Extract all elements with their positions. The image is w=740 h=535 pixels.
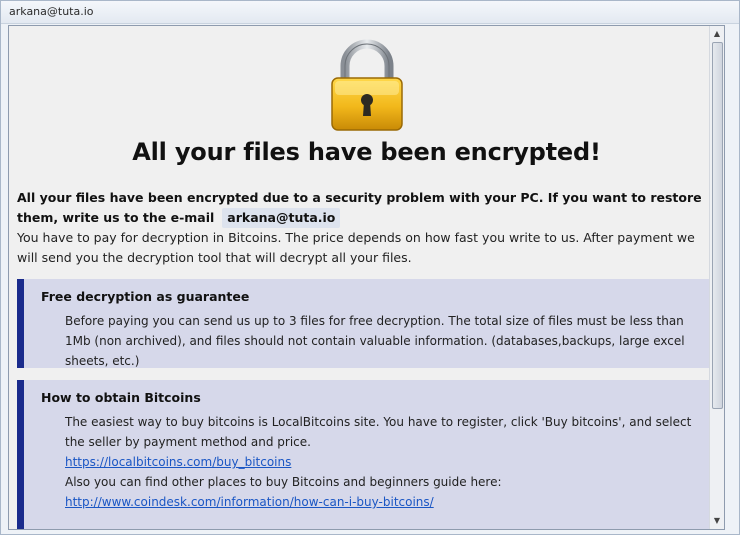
intro-bold-text: All your files have been encrypted due t… (17, 190, 702, 225)
content-viewport: All your files have been encrypted! All … (8, 25, 725, 530)
intro-paragraph: You have to pay for decryption in Bitcoi… (17, 230, 695, 265)
coindesk-link[interactable]: http://www.coindesk.com/information/how-… (65, 495, 434, 509)
scroll-thumb[interactable] (712, 42, 723, 409)
section-text: The easiest way to buy bitcoins is Local… (65, 415, 692, 449)
bitcoin-section: How to obtain Bitcoins The easiest way t… (17, 380, 718, 529)
guarantee-section: Free decryption as guarantee Before payi… (17, 279, 718, 368)
window-title: arkana@tuta.io (1, 1, 739, 24)
scroll-down-arrow[interactable]: ▼ (710, 514, 724, 528)
page-title: All your files have been encrypted! (132, 138, 601, 166)
vertical-scrollbar[interactable]: ▲ ▼ (709, 26, 724, 529)
section-text: Also you can find other places to buy Bi… (65, 475, 502, 489)
intro-text: All your files have been encrypted due t… (17, 188, 717, 268)
ransom-window: arkana@tuta.io All your files have been … (0, 0, 740, 535)
padlock-icon (331, 39, 403, 131)
section-body: Before paying you can send us up to 3 fi… (65, 314, 685, 368)
section-title: How to obtain Bitcoins (41, 390, 201, 405)
contact-email[interactable]: arkana@tuta.io (222, 208, 341, 228)
localbitcoins-link[interactable]: https://localbitcoins.com/buy_bitcoins (65, 455, 291, 469)
section-body: The easiest way to buy bitcoins is Local… (65, 412, 705, 512)
scroll-up-arrow[interactable]: ▲ (710, 27, 724, 41)
section-title: Free decryption as guarantee (41, 289, 250, 304)
